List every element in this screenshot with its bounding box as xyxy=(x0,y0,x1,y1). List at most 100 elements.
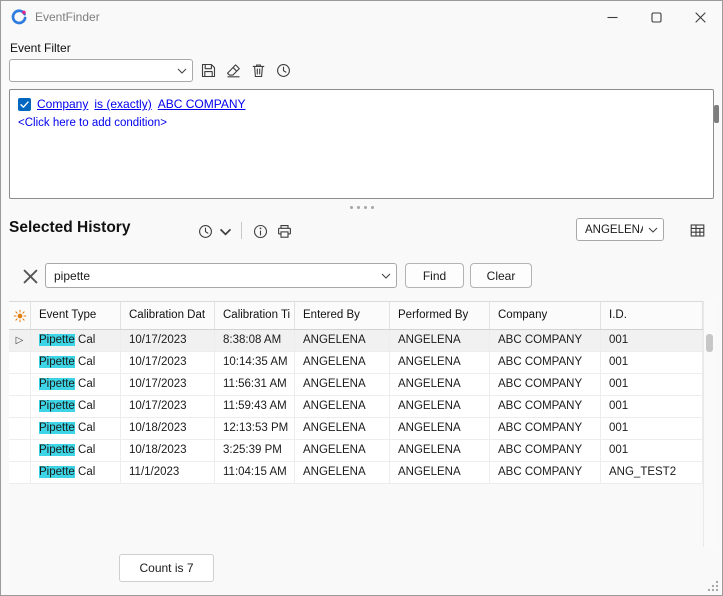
row-indicator-cell[interactable] xyxy=(9,418,31,439)
pane-splitter[interactable] xyxy=(1,202,722,212)
table-row[interactable]: Pipette Cal10/18/202312:13:53 PMANGELENA… xyxy=(9,418,703,440)
clear-filter-button[interactable] xyxy=(221,59,245,82)
cell-performed-by[interactable]: ANGELENA xyxy=(390,352,490,373)
clear-search-icon[interactable] xyxy=(18,264,42,288)
cell-id[interactable]: 001 xyxy=(601,396,703,417)
cell-company[interactable]: ABC COMPANY xyxy=(490,462,601,483)
history-time-button[interactable] xyxy=(193,220,217,243)
cell-id[interactable]: 001 xyxy=(601,418,703,439)
user-combobox[interactable]: ANGELENA xyxy=(576,218,664,241)
row-indicator-cell[interactable] xyxy=(9,462,31,483)
filter-history-button[interactable] xyxy=(271,59,295,82)
clear-button[interactable]: Clear xyxy=(470,263,532,288)
column-header-i-d-[interactable]: I.D. xyxy=(601,302,703,329)
maximize-button[interactable] xyxy=(634,1,678,33)
column-header-entered-by[interactable]: Entered By xyxy=(295,302,390,329)
cell-company[interactable]: ABC COMPANY xyxy=(490,330,601,351)
cell-event-type[interactable]: Pipette Cal xyxy=(31,396,121,417)
condition-field-link[interactable]: Company xyxy=(37,97,88,111)
cell-event-type[interactable]: Pipette Cal xyxy=(31,352,121,373)
close-button[interactable] xyxy=(678,1,722,33)
cell-company[interactable]: ABC COMPANY xyxy=(490,418,601,439)
cell-calibration-date[interactable]: 10/17/2023 xyxy=(121,352,215,373)
cell-entered-by[interactable]: ANGELENA xyxy=(295,352,390,373)
condition-checkbox[interactable] xyxy=(18,98,31,111)
cell-performed-by[interactable]: ANGELENA xyxy=(390,396,490,417)
cell-calibration-time[interactable]: 12:13:53 PM xyxy=(215,418,295,439)
delete-filter-button[interactable] xyxy=(246,59,270,82)
row-indicator-cell[interactable] xyxy=(9,374,31,395)
open-table-button[interactable] xyxy=(685,219,709,242)
cell-performed-by[interactable]: ANGELENA xyxy=(390,330,490,351)
table-row[interactable]: Pipette Cal10/17/202311:56:31 AMANGELENA… xyxy=(9,374,703,396)
cell-entered-by[interactable]: ANGELENA xyxy=(295,440,390,461)
condition-operator-link[interactable]: is (exactly) xyxy=(94,97,151,111)
window-resize-grip[interactable] xyxy=(707,580,719,592)
cell-event-type[interactable]: Pipette Cal xyxy=(31,374,121,395)
cell-id[interactable]: 001 xyxy=(601,330,703,351)
cell-calibration-time[interactable]: 11:04:15 AM xyxy=(215,462,295,483)
row-indicator-cell[interactable] xyxy=(9,352,31,373)
filter-preset-combobox[interactable] xyxy=(9,59,193,82)
table-row[interactable]: Pipette Cal10/18/20233:25:39 PMANGELENAA… xyxy=(9,440,703,462)
cell-entered-by[interactable]: ANGELENA xyxy=(295,330,390,351)
grid-corner-cell[interactable] xyxy=(9,302,31,329)
cell-performed-by[interactable]: ANGELENA xyxy=(390,374,490,395)
cell-event-type[interactable]: Pipette Cal xyxy=(31,330,121,351)
cell-id[interactable]: 001 xyxy=(601,352,703,373)
add-condition-link[interactable]: <Click here to add condition> xyxy=(10,111,713,129)
column-header-company[interactable]: Company xyxy=(490,302,601,329)
search-input[interactable] xyxy=(46,269,376,283)
cell-calibration-time[interactable]: 8:38:08 AM xyxy=(215,330,295,351)
save-filter-button[interactable] xyxy=(196,59,220,82)
column-header-performed-by[interactable]: Performed By xyxy=(390,302,490,329)
row-indicator-cell[interactable] xyxy=(9,396,31,417)
conditions-scrollbar-thumb[interactable] xyxy=(714,105,719,123)
cell-calibration-time[interactable]: 10:14:35 AM xyxy=(215,352,295,373)
cell-calibration-date[interactable]: 10/17/2023 xyxy=(121,374,215,395)
details-button[interactable] xyxy=(248,220,272,243)
cell-company[interactable]: ABC COMPANY xyxy=(490,352,601,373)
cell-company[interactable]: ABC COMPANY xyxy=(490,374,601,395)
cell-company[interactable]: ABC COMPANY xyxy=(490,396,601,417)
cell-calibration-time[interactable]: 3:25:39 PM xyxy=(215,440,295,461)
minimize-button[interactable] xyxy=(590,1,634,33)
column-header-event-type[interactable]: Event Type xyxy=(31,302,121,329)
cell-entered-by[interactable]: ANGELENA xyxy=(295,462,390,483)
cell-performed-by[interactable]: ANGELENA xyxy=(390,462,490,483)
cell-calibration-date[interactable]: 11/1/2023 xyxy=(121,462,215,483)
cell-id[interactable]: 001 xyxy=(601,374,703,395)
cell-id[interactable]: ANG_TEST2 xyxy=(601,462,703,483)
column-header-calibration-ti[interactable]: Calibration Ti xyxy=(215,302,295,329)
column-header-calibration-dat[interactable]: Calibration Dat xyxy=(121,302,215,329)
table-row[interactable]: Pipette Cal11/1/202311:04:15 AMANGELENAA… xyxy=(9,462,703,484)
cell-entered-by[interactable]: ANGELENA xyxy=(295,396,390,417)
cell-entered-by[interactable]: ANGELENA xyxy=(295,374,390,395)
row-indicator-cell[interactable]: ▷ xyxy=(9,330,31,351)
print-button[interactable] xyxy=(272,220,296,243)
table-row[interactable]: Pipette Cal10/17/202310:14:35 AMANGELENA… xyxy=(9,352,703,374)
table-row[interactable]: Pipette Cal10/17/202311:59:43 AMANGELENA… xyxy=(9,396,703,418)
conditions-scrollbar[interactable] xyxy=(714,89,720,199)
condition-value-link[interactable]: ABC COMPANY xyxy=(158,97,246,111)
table-row[interactable]: ▷Pipette Cal10/17/20238:38:08 AMANGELENA… xyxy=(9,330,703,352)
cell-event-type[interactable]: Pipette Cal xyxy=(31,440,121,461)
cell-event-type[interactable]: Pipette Cal xyxy=(31,462,121,483)
cell-performed-by[interactable]: ANGELENA xyxy=(390,440,490,461)
cell-performed-by[interactable]: ANGELENA xyxy=(390,418,490,439)
find-button[interactable]: Find xyxy=(405,263,464,288)
cell-calibration-date[interactable]: 10/17/2023 xyxy=(121,330,215,351)
cell-calibration-date[interactable]: 10/17/2023 xyxy=(121,396,215,417)
chevron-down-icon[interactable] xyxy=(376,273,396,279)
cell-calibration-date[interactable]: 10/18/2023 xyxy=(121,440,215,461)
grid-vertical-scrollbar[interactable] xyxy=(703,301,715,547)
cell-event-type[interactable]: Pipette Cal xyxy=(31,418,121,439)
cell-company[interactable]: ABC COMPANY xyxy=(490,440,601,461)
history-dropdown-button[interactable] xyxy=(216,220,234,243)
row-indicator-cell[interactable] xyxy=(9,440,31,461)
cell-calibration-time[interactable]: 11:59:43 AM xyxy=(215,396,295,417)
cell-entered-by[interactable]: ANGELENA xyxy=(295,418,390,439)
cell-id[interactable]: 001 xyxy=(601,440,703,461)
cell-calibration-date[interactable]: 10/18/2023 xyxy=(121,418,215,439)
cell-calibration-time[interactable]: 11:56:31 AM xyxy=(215,374,295,395)
